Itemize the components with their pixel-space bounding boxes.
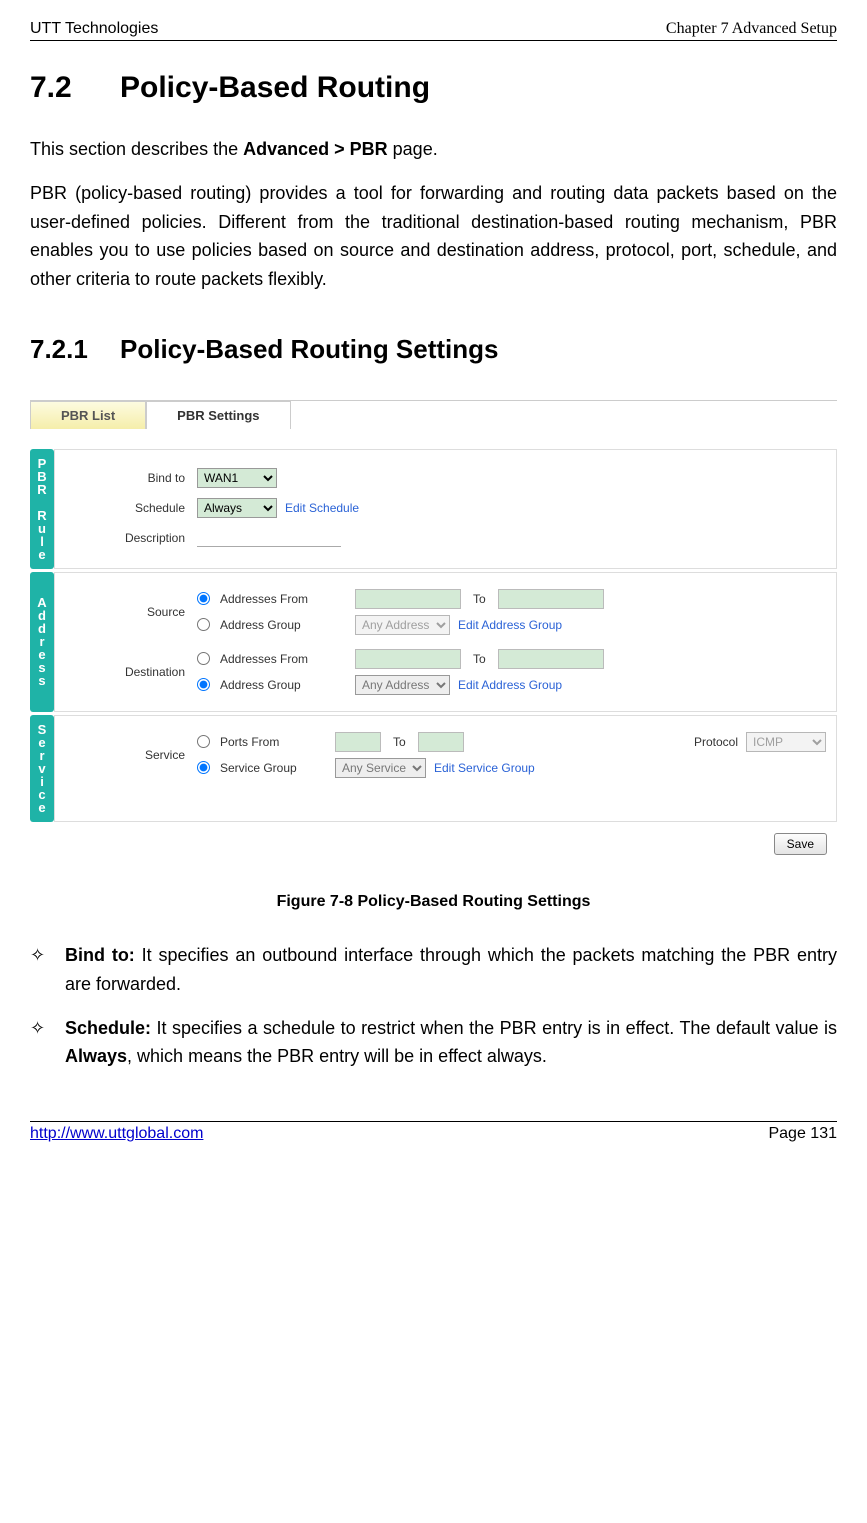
footer-url-link[interactable]: http://www.uttglobal.com	[30, 1125, 203, 1143]
ports-from-input[interactable]	[335, 732, 381, 752]
subsection-heading: 7.2.1Policy-Based Routing Settings	[30, 334, 837, 365]
label-bindto: Bind to	[75, 471, 197, 485]
schedule-select[interactable]: Always	[197, 498, 277, 518]
diamond-icon: ✧	[30, 941, 65, 999]
sidelabel-address: Address	[30, 572, 54, 712]
tab-bar: PBR List PBR Settings	[30, 401, 837, 429]
save-button[interactable]: Save	[774, 833, 827, 855]
section-heading: 7.2Policy-Based Routing	[30, 71, 837, 105]
service-group-radio[interactable]	[197, 761, 210, 774]
dest-address-group-radio[interactable]	[197, 678, 210, 691]
label-schedule: Schedule	[75, 501, 197, 515]
diamond-icon: ✧	[30, 1014, 65, 1072]
tab-pbr-settings[interactable]: PBR Settings	[146, 401, 290, 429]
dest-to-input[interactable]	[498, 649, 604, 669]
edit-address-group-link-2[interactable]: Edit Address Group	[458, 678, 562, 692]
label-service: Service	[75, 748, 197, 762]
label-protocol: Protocol	[694, 735, 738, 749]
header-right: Chapter 7 Advanced Setup	[666, 20, 837, 38]
bullet-bindto: ✧ Bind to: It specifies an outbound inte…	[30, 941, 837, 999]
pbr-settings-screenshot: PBR List PBR Settings PBR Rule Bind to W…	[30, 400, 837, 863]
bullet-schedule: ✧ Schedule: It specifies a schedule to r…	[30, 1014, 837, 1072]
page-footer: http://www.uttglobal.com Page 131	[30, 1121, 837, 1143]
source-to-input[interactable]	[498, 589, 604, 609]
source-addresses-from-radio[interactable]	[197, 592, 210, 605]
intro-paragraph-2: PBR (policy-based routing) provides a to…	[30, 179, 837, 294]
source-address-group-radio[interactable]	[197, 618, 210, 631]
description-input[interactable]	[197, 529, 341, 547]
source-from-input[interactable]	[355, 589, 461, 609]
sidelabel-rule: PBR Rule	[30, 449, 54, 569]
ports-to-input[interactable]	[418, 732, 464, 752]
label-destination: Destination	[75, 665, 197, 679]
label-source: Source	[75, 605, 197, 619]
edit-schedule-link[interactable]: Edit Schedule	[285, 501, 359, 515]
sidelabel-service: Service	[30, 715, 54, 822]
header-left: UTT Technologies	[30, 20, 158, 38]
panel-pbr-rule: PBR Rule Bind to WAN1 Schedule Always Ed…	[30, 449, 837, 569]
source-address-group-select[interactable]: Any Address	[355, 615, 450, 635]
bindto-select[interactable]: WAN1	[197, 468, 277, 488]
page-header: UTT Technologies Chapter 7 Advanced Setu…	[30, 20, 837, 41]
label-description: Description	[75, 531, 197, 545]
protocol-select[interactable]: ICMP	[746, 732, 826, 752]
section-number: 7.2	[30, 71, 120, 105]
footer-page-number: Page 131	[768, 1125, 837, 1143]
intro-paragraph-1: This section describes the Advanced > PB…	[30, 135, 837, 164]
panel-service: Service Service Ports From To Pr	[30, 715, 837, 822]
service-group-select[interactable]: Any Service	[335, 758, 426, 778]
edit-service-group-link[interactable]: Edit Service Group	[434, 761, 535, 775]
section-title-text: Policy-Based Routing	[120, 71, 430, 104]
dest-from-input[interactable]	[355, 649, 461, 669]
tab-pbr-list[interactable]: PBR List	[30, 401, 146, 429]
dest-address-group-select[interactable]: Any Address	[355, 675, 450, 695]
panel-address: Address Source Addresses From To	[30, 572, 837, 712]
service-ports-from-radio[interactable]	[197, 735, 210, 748]
edit-address-group-link-1[interactable]: Edit Address Group	[458, 618, 562, 632]
figure-caption: Figure 7-8 Policy-Based Routing Settings	[30, 893, 837, 911]
dest-addresses-from-radio[interactable]	[197, 652, 210, 665]
